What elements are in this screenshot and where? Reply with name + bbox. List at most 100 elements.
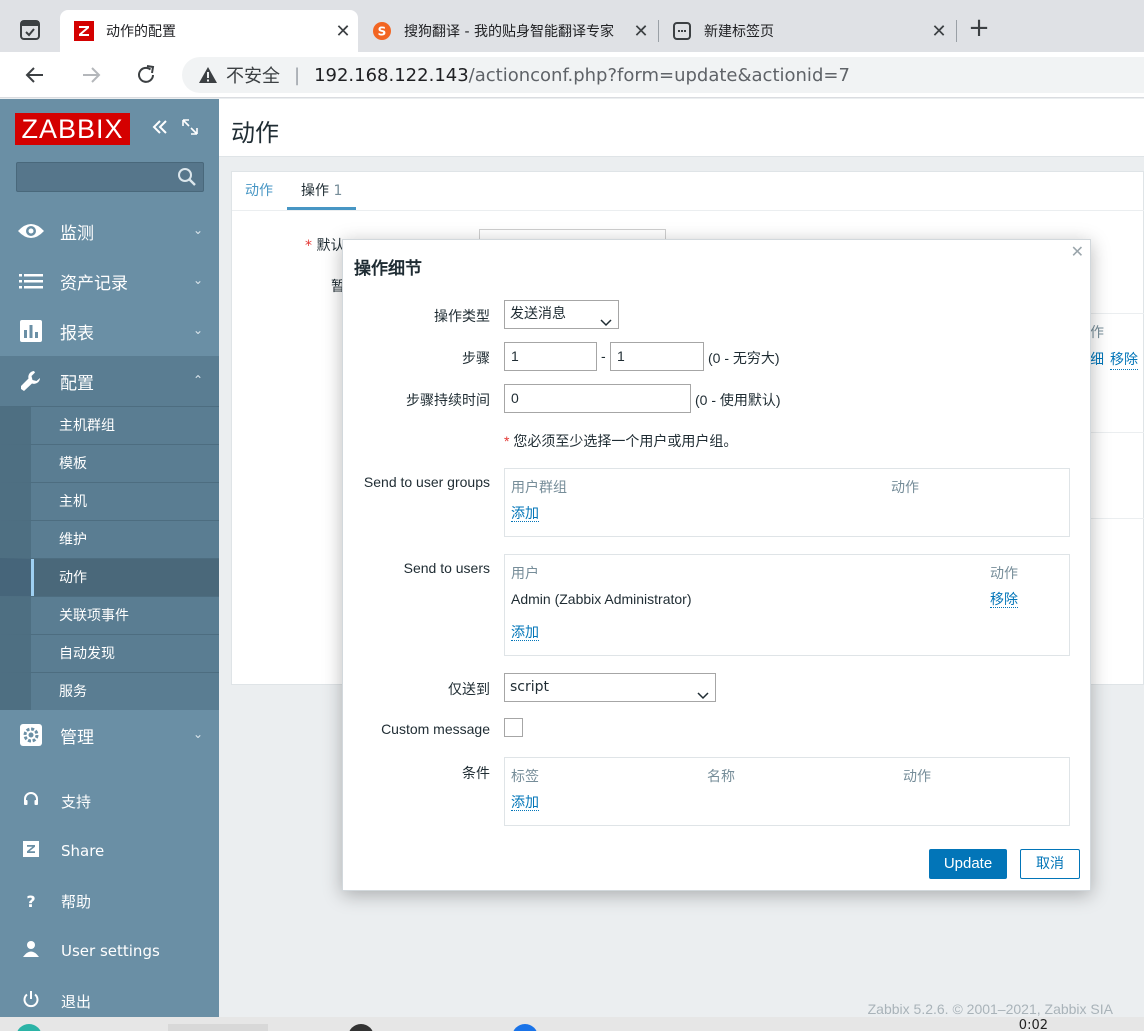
cancel-button[interactable]: 取消 [1020,849,1080,879]
operation-type-select[interactable]: 发送消息 [504,300,619,329]
power-icon [20,990,42,1012]
column-header: 标签 [511,768,539,784]
submenu-item-maintenance[interactable]: 维护 [0,520,219,558]
submenu-item-host-groups[interactable]: 主机群组 [0,406,219,444]
tab-action[interactable]: 动作 [245,180,273,210]
menu-item-monitoring[interactable]: 监测 ⌄ [0,206,219,256]
chevron-down-icon: ⌄ [192,323,203,337]
page-header: 动作 [219,99,1144,157]
tab-close-icon[interactable]: ✕ [924,21,954,42]
submenu-item-discovery[interactable]: 自动发现 [0,634,219,672]
tab-separator [956,20,957,42]
tab-operations[interactable]: 操作 1 [287,180,357,210]
menu-item-share[interactable]: Share [0,826,219,876]
menu-item-reports[interactable]: 报表 ⌄ [0,306,219,356]
menu-item-label: User settings [61,942,160,960]
main-menu: 监测 ⌄ 资产记录 ⌄ 报表 ⌄ 配置 ⌃ 主机群组 模板 主机 维护 动作 关… [0,206,219,760]
kiosk-mode-icon[interactable] [180,117,200,142]
column-header: 动作 [891,479,919,495]
add-user-link[interactable]: 添加 [511,624,539,641]
zabbix-favicon-icon [74,21,94,41]
menu-item-inventory[interactable]: 资产记录 ⌄ [0,256,219,306]
address-bar[interactable]: 不安全 | 192.168.122.143 /actionconf.php?fo… [182,57,1144,93]
browser-tab-new[interactable]: 新建标签页 ✕ [658,10,954,52]
bg-divider [1090,313,1144,314]
step-duration-input[interactable]: 0 [504,384,691,413]
menu-item-support[interactable]: 支持 [0,776,219,826]
taskbar-app-icon[interactable] [512,1024,538,1031]
user-groups-table: 用户群组 动作 添加 [504,468,1070,537]
menu-item-label: 管理 [60,727,94,748]
add-user-group-link[interactable]: 添加 [511,505,539,522]
submenu-item-templates[interactable]: 模板 [0,444,219,482]
close-icon[interactable]: ✕ [1071,242,1084,261]
user-name-cell: Admin (Zabbix Administrator) [511,591,692,607]
new-tab-plus-icon[interactable]: + [966,15,992,42]
menu-item-label: Share [61,842,105,860]
tab-title: 新建标签页 [704,24,774,40]
send-only-to-label: 仅送到 [448,681,490,697]
bg-link-fragment[interactable]: 细 [1090,349,1104,369]
forward-arrow-icon[interactable] [78,62,104,88]
tab-close-icon[interactable]: ✕ [626,21,656,42]
tab-label: 操作 [301,183,329,199]
select-value: 发送消息 [510,306,566,322]
svg-text:S: S [378,25,387,39]
taskbar-app-icon[interactable] [348,1024,374,1031]
step-to-input[interactable]: 1 [610,342,704,371]
submenu-item-services[interactable]: 服务 [0,672,219,710]
menu-item-user-settings[interactable]: User settings [0,926,219,976]
custom-message-checkbox[interactable] [504,718,523,737]
wrench-icon [17,367,45,395]
page-footer: Zabbix 5.2.6. © 2001–2021, Zabbix SIA [867,1001,1113,1017]
address-divider: | [294,64,301,86]
sogou-favicon-icon: S [372,21,392,41]
steps-label: 步骤 [462,350,490,366]
zabbix-share-icon [20,841,42,861]
sidebar-search-input[interactable] [16,162,204,192]
add-condition-link[interactable]: 添加 [511,794,539,811]
select-value: script [510,679,550,695]
new-tab-favicon-icon [672,21,692,41]
submenu-item-event-correlation[interactable]: 关联项事件 [0,596,219,634]
required-note: * 您必须至少选择一个用户或用户组。 [504,431,737,451]
chevron-up-icon: ⌃ [192,373,203,387]
chevron-down-icon: ⌄ [192,273,203,287]
taskbar-app-icon[interactable] [16,1024,42,1031]
bg-remove-link[interactable]: 移除 [1110,349,1138,370]
users-table: 用户 动作 Admin (Zabbix Administrator) 移除 添加 [504,554,1070,656]
conditions-table: 标签 名称 动作 添加 [504,757,1070,826]
bar-chart-icon [17,317,45,345]
tab-divider [232,210,1144,211]
update-button[interactable]: Update [929,849,1007,879]
menu-item-administration[interactable]: 管理 ⌄ [0,710,219,760]
tab-title: 动作的配置 [106,24,176,40]
menu-item-help[interactable]: ? 帮助 [0,876,219,926]
browser-tab-active[interactable]: 动作的配置 ✕ [60,10,358,52]
tab-actions-icon[interactable] [18,18,42,42]
search-icon[interactable] [177,167,197,187]
eye-icon [17,217,45,245]
users-label: Send to users [403,560,490,576]
operation-details-dialog: 操作细节 ✕ 操作类型 发送消息 步骤 1 - 1 (0 - 无穷大) 步骤持续… [342,239,1091,891]
collapse-sidebar-icon[interactable] [150,117,170,142]
reload-icon[interactable] [133,62,159,88]
tab-title: 搜狗翻译 - 我的贴身智能翻译专家 [404,24,614,40]
zabbix-logo[interactable]: ZABBIX [15,113,130,145]
menu-item-label: 报表 [60,323,94,344]
column-header: 动作 [990,565,1018,581]
taskbar-app-icon[interactable] [168,1024,268,1031]
remove-user-link[interactable]: 移除 [990,591,1018,608]
submenu-item-actions[interactable]: 动作 [0,558,219,596]
menu-item-label: 监测 [60,223,94,244]
step-from-input[interactable]: 1 [504,342,597,371]
submenu-item-hosts[interactable]: 主机 [0,482,219,520]
send-only-to-select[interactable]: script [504,673,716,702]
tab-close-icon[interactable]: ✕ [328,21,358,42]
sidebar-bottom-menu: 支持 Share ? 帮助 User settings 退出 [0,776,219,1026]
browser-toolbar: 不安全 | 192.168.122.143 /actionconf.php?fo… [0,52,1144,98]
url-path: /actionconf.php?form=update&actionid=7 [468,64,850,86]
menu-item-configuration[interactable]: 配置 ⌃ [0,356,219,406]
browser-tab-sogou[interactable]: S 搜狗翻译 - 我的贴身智能翻译专家 ✕ [358,10,656,52]
back-arrow-icon[interactable] [22,62,48,88]
